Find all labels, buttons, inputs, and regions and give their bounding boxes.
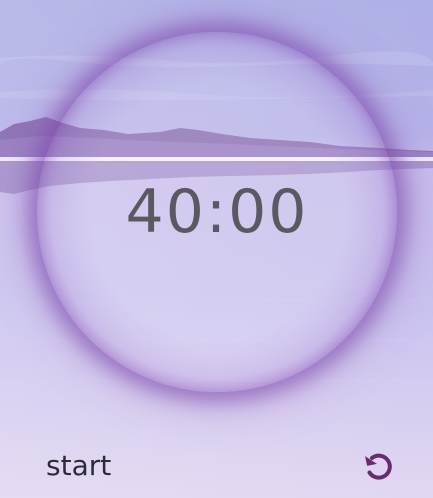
reset-icon <box>365 453 392 480</box>
start-button[interactable]: start <box>36 444 121 488</box>
timer-dial[interactable]: 40:00 <box>37 32 397 392</box>
timer-display: 40:00 <box>125 177 309 247</box>
reset-button[interactable] <box>356 444 400 488</box>
timer-app: 40:00 start <box>0 0 433 498</box>
